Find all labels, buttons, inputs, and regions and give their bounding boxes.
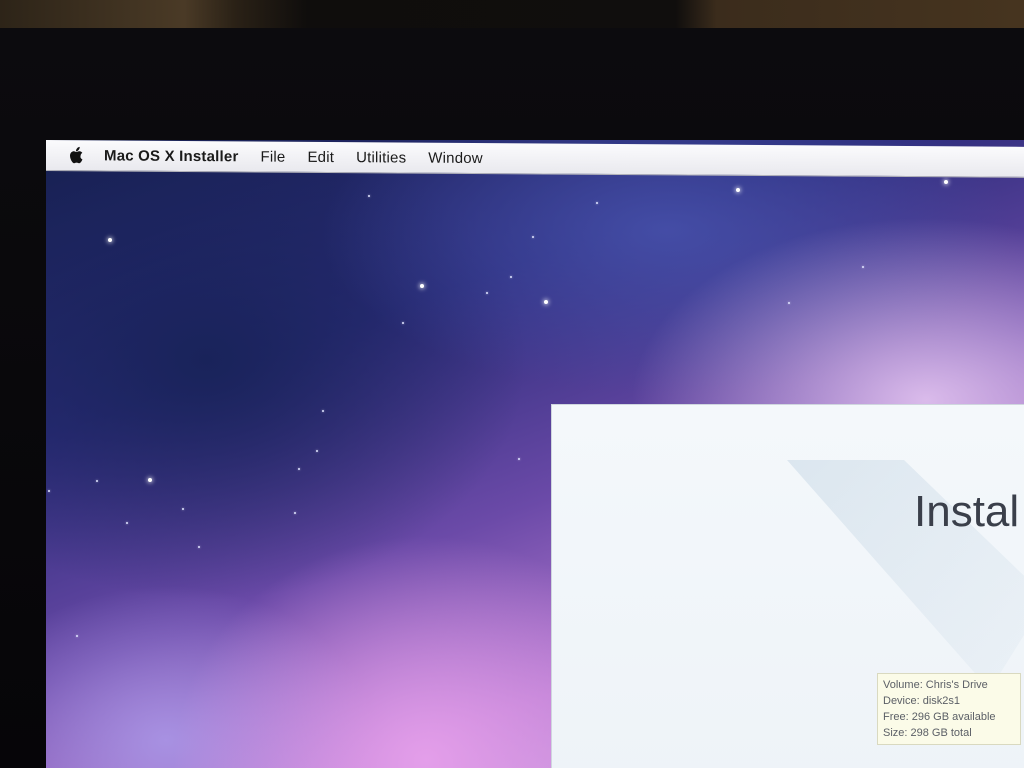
- star: [126, 522, 128, 524]
- photo-frame: Mac OS X Installer File Edit Utilities W…: [0, 0, 1024, 768]
- menu-bar: Mac OS X Installer File Edit Utilities W…: [46, 140, 1024, 178]
- volume-device: Device: disk2s1: [883, 695, 961, 707]
- star: [108, 238, 112, 242]
- star: [532, 236, 534, 238]
- star: [944, 180, 948, 184]
- star: [862, 266, 864, 268]
- star: [96, 480, 98, 482]
- installer-window: Instal Volume: Chris's Drive Device: dis…: [551, 404, 1024, 768]
- menu-window[interactable]: Window: [428, 149, 483, 166]
- apple-icon: [70, 146, 83, 164]
- desktop-screen: Mac OS X Installer File Edit Utilities W…: [46, 140, 1024, 768]
- star: [316, 450, 318, 452]
- volume-name: Volume: Chris's Drive: [883, 679, 988, 691]
- volume-info-tooltip: Volume: Chris's Drive Device: disk2s1 Fr…: [877, 673, 1021, 745]
- star: [294, 512, 296, 514]
- star: [736, 188, 740, 192]
- star: [510, 276, 512, 278]
- star: [420, 284, 424, 288]
- star: [182, 508, 184, 510]
- menu-utilities[interactable]: Utilities: [356, 149, 406, 166]
- star: [518, 458, 520, 460]
- star: [544, 300, 548, 304]
- star: [788, 302, 790, 304]
- star: [298, 468, 300, 470]
- installer-title: Instal: [914, 487, 1020, 536]
- apple-menu[interactable]: [66, 144, 88, 166]
- star: [148, 478, 152, 482]
- menu-file[interactable]: File: [260, 148, 285, 165]
- star: [76, 635, 78, 637]
- menu-app-name[interactable]: Mac OS X Installer: [104, 147, 238, 165]
- star: [198, 546, 200, 548]
- menu-edit[interactable]: Edit: [307, 148, 334, 165]
- star: [48, 490, 50, 492]
- volume-total-size: Size: 298 GB total: [883, 727, 972, 739]
- star: [596, 202, 598, 204]
- background-wall: [0, 0, 1024, 30]
- star: [368, 195, 370, 197]
- star: [402, 322, 404, 324]
- volume-free-space: Free: 296 GB available: [883, 711, 996, 723]
- star: [322, 410, 324, 412]
- star: [486, 292, 488, 294]
